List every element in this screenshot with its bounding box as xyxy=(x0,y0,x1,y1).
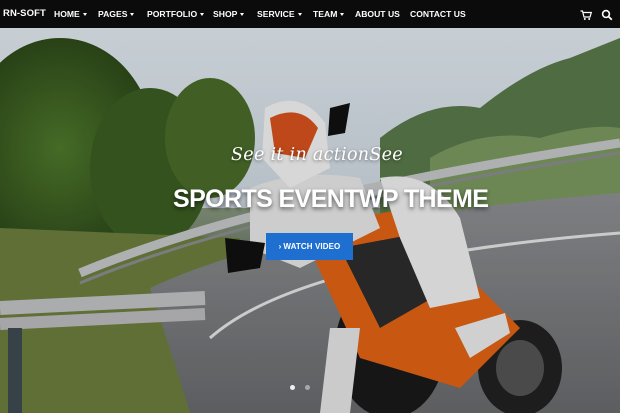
nav-item-home[interactable]: HOME xyxy=(54,9,87,19)
nav-item-service[interactable]: SERVICE xyxy=(257,9,302,19)
chevron-down-icon xyxy=(240,13,245,16)
hero-slider: See it in actionSee SPORTS EVENTWP THEME… xyxy=(0,28,620,413)
slider-pagination xyxy=(290,385,310,390)
nav-item-about-us[interactable]: ABOUT US xyxy=(355,9,400,19)
chevron-down-icon xyxy=(200,13,205,16)
nav-item-label: HOME xyxy=(54,9,80,19)
nav-item-label: CONTACT US xyxy=(410,9,466,19)
chevron-down-icon xyxy=(82,13,87,16)
search-icon[interactable] xyxy=(601,8,613,21)
hero-background-image xyxy=(0,28,620,413)
nav-item-pages[interactable]: PAGES xyxy=(98,9,135,19)
nav-item-portfolio[interactable]: PORTFOLIO xyxy=(147,9,205,19)
nav-item-contact-us[interactable]: CONTACT US xyxy=(410,9,466,19)
nav-item-label: PAGES xyxy=(98,9,128,19)
nav-item-shop[interactable]: SHOP xyxy=(213,9,245,19)
hero-tagline: See it in actionSee xyxy=(231,145,403,165)
nav-item-label: SHOP xyxy=(213,9,238,19)
nav-item-label: TEAM xyxy=(313,9,338,19)
chevron-down-icon xyxy=(130,13,135,16)
cart-icon[interactable] xyxy=(580,8,593,20)
hero-headline: SPORTS EVENTWP THEME xyxy=(173,185,489,213)
top-navbar: RN-SOFT HOME PAGES PORTFOLIO SHOP SERVIC… xyxy=(0,0,620,28)
nav-item-label: ABOUT US xyxy=(355,9,400,19)
play-arrow-icon: › xyxy=(278,242,282,251)
nav-item-label: PORTFOLIO xyxy=(147,9,198,19)
chevron-down-icon xyxy=(297,13,302,16)
watch-video-button[interactable]: › WATCH VIDEO xyxy=(266,233,353,260)
brand-logo[interactable]: RN-SOFT xyxy=(3,8,46,19)
nav-item-team[interactable]: TEAM xyxy=(313,9,345,19)
nav-item-label: SERVICE xyxy=(257,9,295,19)
slider-dot[interactable] xyxy=(305,385,310,390)
watch-video-label: WATCH VIDEO xyxy=(283,242,341,251)
slider-dot[interactable] xyxy=(290,385,295,390)
chevron-down-icon xyxy=(340,13,345,16)
